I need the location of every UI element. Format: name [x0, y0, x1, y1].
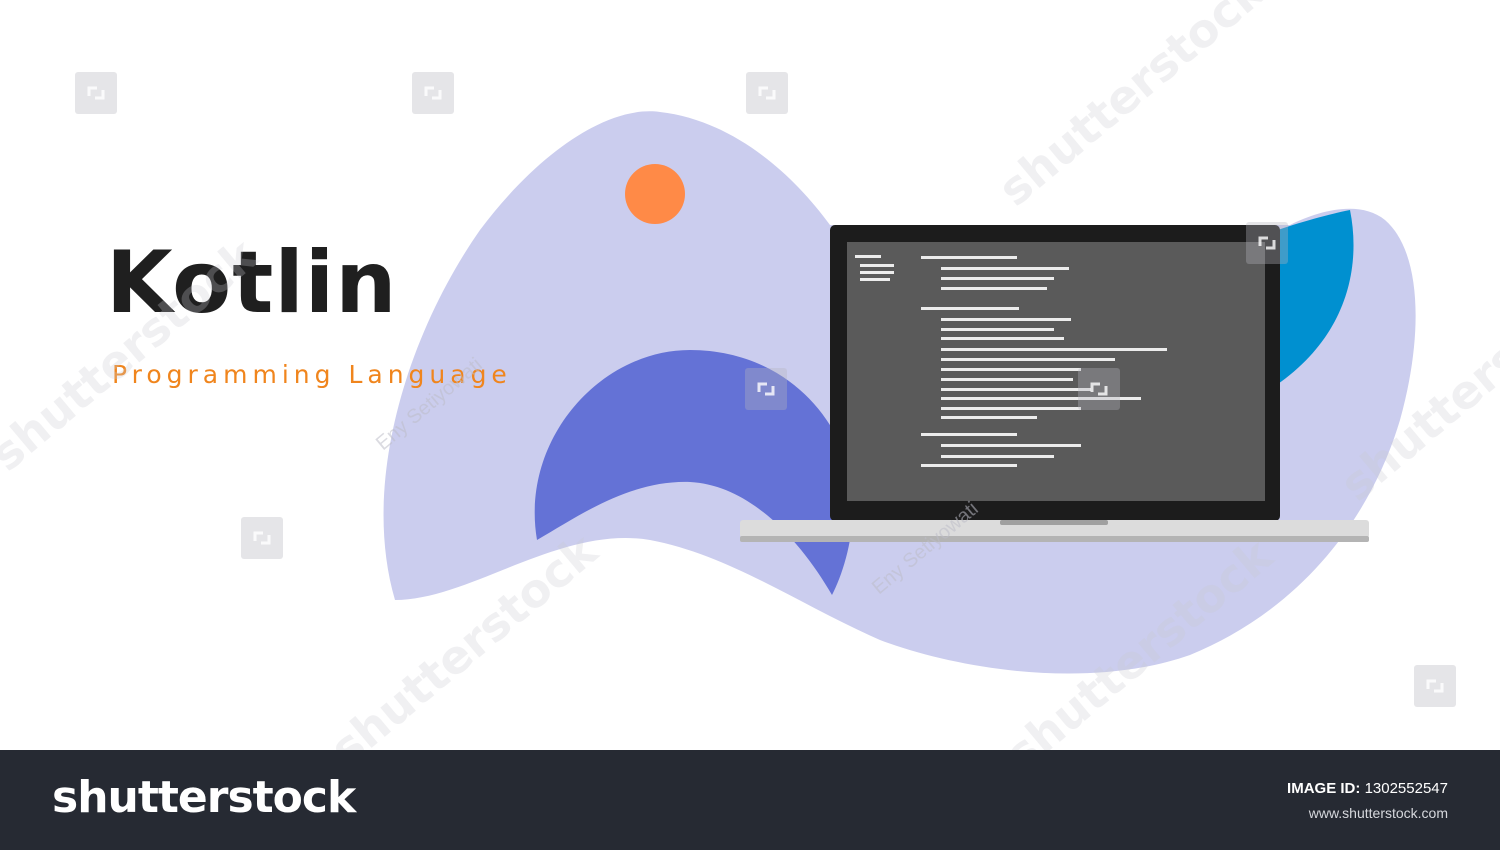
code-line	[860, 264, 894, 267]
laptop-notch	[1000, 520, 1108, 525]
laptop-icon	[740, 225, 1369, 542]
image-id-label: IMAGE ID:	[1287, 780, 1361, 797]
code-line	[941, 388, 1091, 391]
watermark-square	[746, 72, 788, 114]
code-line	[941, 455, 1054, 458]
code-line	[941, 318, 1071, 321]
code-line	[941, 337, 1064, 340]
watermark-square	[1246, 222, 1288, 264]
orange-sun-icon	[625, 164, 685, 224]
code-line	[941, 416, 1037, 419]
code-line	[941, 407, 1081, 410]
code-line	[860, 271, 894, 274]
code-line	[921, 464, 1017, 467]
image-id-value: 1302552547	[1364, 780, 1448, 797]
laptop-screen	[847, 242, 1265, 501]
code-line	[941, 444, 1081, 447]
code-line	[921, 256, 1017, 259]
code-line	[860, 278, 890, 281]
footer-bar: shutterstock IMAGE ID: 1302552547 www.sh…	[0, 750, 1500, 850]
code-line	[921, 433, 1017, 436]
watermark-square	[745, 368, 787, 410]
code-line	[941, 328, 1054, 331]
image-id: IMAGE ID: 1302552547	[1287, 780, 1448, 797]
code-line	[941, 287, 1047, 290]
code-line	[941, 358, 1115, 361]
watermark-square	[241, 517, 283, 559]
code-line	[941, 348, 1167, 351]
code-line	[855, 255, 881, 258]
footer-logo: shutterstock	[52, 772, 356, 823]
page-subtitle: Programming Language	[112, 360, 512, 389]
code-line	[941, 368, 1081, 371]
code-line	[941, 277, 1054, 280]
code-line	[921, 307, 1019, 310]
watermark-square	[1078, 368, 1120, 410]
watermark-square	[1414, 665, 1456, 707]
page-title: Kotlin	[106, 233, 398, 333]
watermark-square	[75, 72, 117, 114]
laptop-base-shadow	[740, 536, 1369, 542]
code-line	[941, 267, 1069, 270]
footer-url[interactable]: www.shutterstock.com	[1309, 805, 1448, 821]
watermark-square	[412, 72, 454, 114]
code-line	[941, 378, 1073, 381]
